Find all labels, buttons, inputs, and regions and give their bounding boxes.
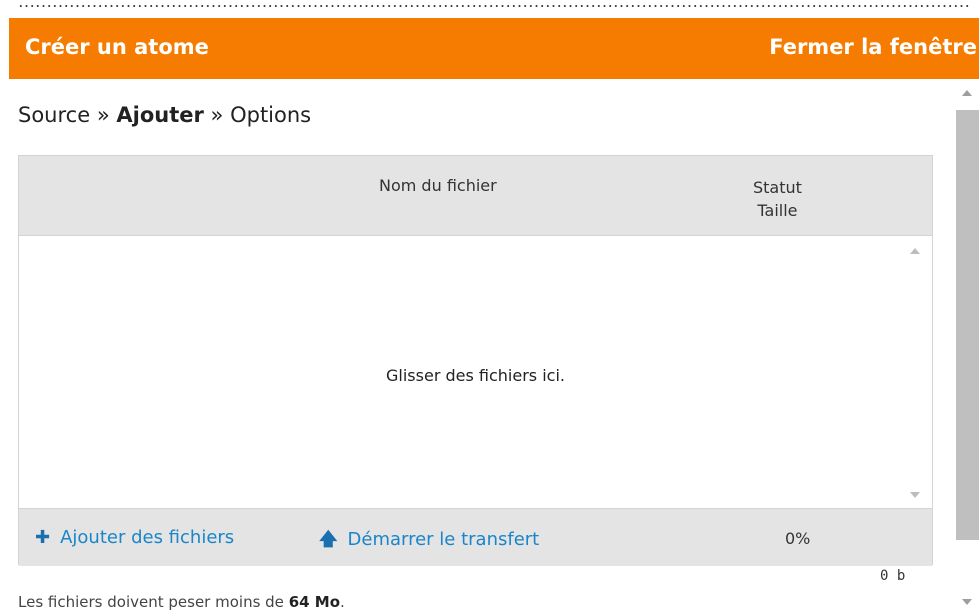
drop-zone[interactable]: Glisser des fichiers ici. xyxy=(19,236,932,508)
breadcrumb-options: Options xyxy=(230,103,312,127)
uploader-header: Nom du fichier Statut Taille xyxy=(19,156,932,236)
upload-progress-percent: 0% xyxy=(785,529,811,548)
breadcrumb-separator: » xyxy=(96,103,110,127)
column-header-status: Statut xyxy=(753,178,802,197)
scroll-up-arrow-icon[interactable] xyxy=(962,90,972,96)
background-page-strip: …………………………………………………………………………………………………………… xyxy=(0,0,979,18)
file-size-note: Les fichiers doivent peser moins de 64 M… xyxy=(18,593,345,611)
add-files-label: Ajouter des fichiers xyxy=(60,527,235,548)
start-upload-label: Démarrer le transfert xyxy=(347,529,540,550)
note-size-limit: 64 Mo xyxy=(288,593,341,611)
column-header-size: Taille xyxy=(757,201,798,220)
start-upload-button[interactable]: 🡅 Démarrer le transfert xyxy=(319,527,539,557)
breadcrumb-source: Source xyxy=(18,103,91,127)
drop-zone-message: Glisser des fichiers ici. xyxy=(386,366,565,385)
breadcrumb-ajouter-current: Ajouter xyxy=(116,103,204,127)
breadcrumb-separator: » xyxy=(210,103,224,127)
file-uploader: Nom du fichier Statut Taille Glisser des… xyxy=(18,155,933,566)
file-list-scrollbar[interactable] xyxy=(908,248,922,498)
dialog-title: Créer un atome xyxy=(25,35,209,59)
scrollbar-thumb[interactable] xyxy=(956,110,979,540)
plus-icon: ✚ xyxy=(35,527,51,548)
scroll-down-arrow-icon[interactable] xyxy=(962,599,972,605)
uploader-footer: ✚ Ajouter des fichiers 🡅 Démarrer le trans… xyxy=(19,508,932,566)
add-files-button[interactable]: ✚ Ajouter des fichiers xyxy=(35,527,234,548)
column-header-status-size: Statut Taille xyxy=(753,176,802,222)
note-suffix: . xyxy=(340,593,345,611)
breadcrumb: Source » Ajouter » Options xyxy=(18,103,311,127)
total-size: 0 b xyxy=(880,568,906,584)
column-header-filename: Nom du fichier xyxy=(379,176,497,195)
close-window-link[interactable]: Fermer la fenêtre xyxy=(769,35,977,59)
arrow-up-icon: 🡅 xyxy=(319,529,338,550)
window-scrollbar[interactable] xyxy=(953,82,979,613)
dialog-titlebar: Créer un atome Fermer la fenêtre xyxy=(9,18,979,79)
scroll-up-arrow-icon[interactable] xyxy=(910,248,920,254)
note-prefix: Les fichiers doivent peser moins de xyxy=(18,593,284,611)
scroll-down-arrow-icon[interactable] xyxy=(910,492,920,498)
